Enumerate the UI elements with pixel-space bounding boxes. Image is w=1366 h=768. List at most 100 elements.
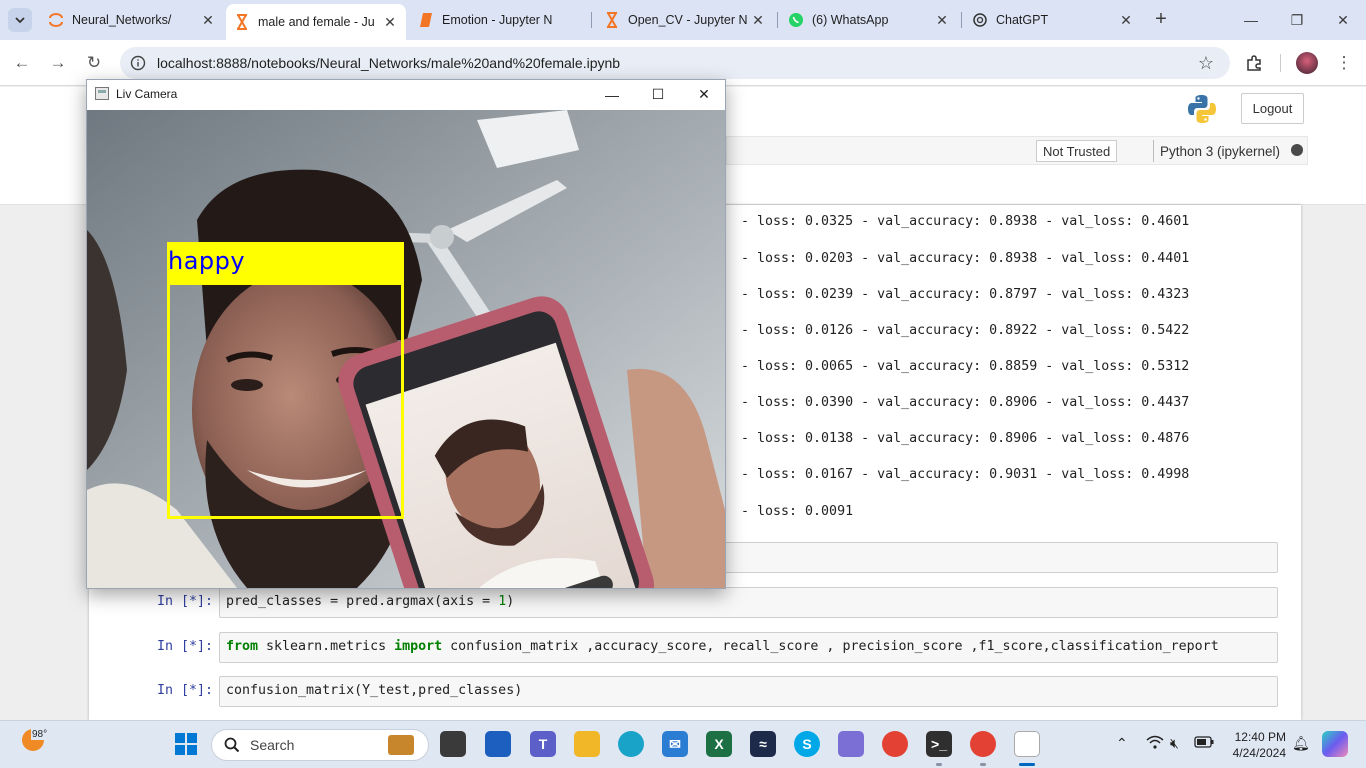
file-explorer-icon[interactable] [574, 731, 600, 757]
cell-prompt: In [*]: [157, 594, 214, 609]
code-text: sklearn.metrics [258, 639, 395, 654]
excel-icon[interactable]: X [706, 731, 732, 757]
skype-icon[interactable]: S [794, 731, 820, 757]
toolbar-divider [1280, 54, 1281, 72]
copilot-preview-icon[interactable] [1322, 731, 1348, 757]
code-text: ) [506, 594, 515, 609]
kernel-indicator[interactable]: Python 3 (ipykernel) [1153, 140, 1280, 162]
close-tab-icon[interactable]: ✕ [750, 12, 766, 28]
chrome-menu-button[interactable]: ⋮ [1332, 51, 1356, 75]
windows-taskbar: 98° Search T ✉ X ≈ S >_ ⌃ 🔇︎ 12:40 PM 4/… [0, 720, 1366, 768]
notepad-icon[interactable] [1014, 731, 1040, 757]
chatgpt-icon [972, 12, 988, 28]
close-tab-icon[interactable]: ✕ [1118, 12, 1134, 28]
camera-window-titlebar[interactable]: Liv Camera — ☐ ✕ [87, 80, 725, 109]
clock-date: 4/24/2024 [1232, 746, 1286, 760]
notification-bell-icon[interactable]: 🔔︎ [1292, 735, 1310, 752]
close-tab-icon[interactable]: ✕ [934, 12, 950, 28]
edge-browser-icon[interactable] [618, 731, 644, 757]
code-number: 1 [498, 594, 507, 609]
close-tab-icon[interactable]: ✕ [200, 12, 216, 28]
chrome-icon[interactable] [882, 731, 908, 757]
tab-separator [777, 12, 778, 28]
jupyter-favicon-icon [48, 12, 64, 28]
code-text: confusion_matrix ,accuracy_score, recall… [442, 639, 1219, 654]
close-tab-icon[interactable]: ✕ [382, 14, 398, 30]
whatsapp-icon [788, 12, 804, 28]
code-text: confusion_matrix(Y_test,pred_classes) [226, 683, 523, 698]
prediction-label: happy [168, 247, 246, 275]
window-app-icon [95, 87, 109, 100]
tab-search-button[interactable] [8, 8, 32, 32]
back-button[interactable]: ← [10, 51, 34, 75]
profile-avatar[interactable] [1296, 52, 1318, 74]
tab-open-cv[interactable]: Open_CV - Jupyter N ✕ [596, 6, 774, 34]
taskbar-search-box[interactable]: Search [211, 729, 429, 761]
battery-icon[interactable] [1194, 735, 1214, 751]
address-bar[interactable]: localhost:8888/notebooks/Neural_Networks… [120, 47, 1230, 79]
waves-app-icon[interactable]: ≈ [750, 731, 776, 757]
output-line: - loss: 0.0065 - val_accuracy: 0.8859 - … [741, 359, 1190, 374]
tab-separator [591, 12, 592, 28]
tab-title: Emotion - Jupyter N [442, 13, 553, 27]
restore-button[interactable]: ❐ [1274, 0, 1320, 40]
code-cell: In [*]: confusion_matrix(Y_test,pred_cla… [89, 676, 1301, 708]
tab-separator [961, 12, 962, 28]
microsoft-store-icon[interactable] [485, 731, 511, 757]
tab-neural-networks[interactable]: Neural_Networks/ ✕ [40, 6, 224, 34]
output-line: - loss: 0.0203 - val_accuracy: 0.8938 - … [741, 251, 1190, 266]
site-info-icon[interactable] [128, 53, 148, 73]
terminal-icon[interactable]: >_ [926, 731, 952, 757]
search-highlight-icon [388, 735, 414, 755]
show-hidden-icons-chevron-icon[interactable]: ⌃ [1116, 735, 1128, 752]
clock-time: 12:40 PM [1234, 730, 1286, 744]
live-camera-window: Liv Camera — ☐ ✕ happy [86, 79, 726, 589]
code-cell-input[interactable]: from sklearn.metrics import confusion_ma… [219, 632, 1278, 663]
camera-maximize-button[interactable]: ☐ [635, 80, 681, 109]
tab-male-and-female[interactable]: male and female - Ju ✕ [226, 4, 406, 40]
trust-indicator-button[interactable]: Not Trusted [1036, 140, 1118, 162]
bookmark-star-icon[interactable]: ☆ [1198, 53, 1214, 73]
code-text: pred_classes = pred.argmax(axis = [226, 594, 499, 609]
tab-emotion[interactable]: Emotion - Jupyter N [410, 6, 588, 34]
output-line: - loss: 0.0126 - val_accuracy: 0.8922 - … [741, 323, 1190, 338]
mail-icon[interactable]: ✉ [662, 731, 688, 757]
start-button[interactable] [173, 731, 199, 757]
new-tab-button[interactable]: + [1150, 8, 1172, 30]
output-line: - loss: 0.0167 - val_accuracy: 0.9031 - … [741, 467, 1190, 482]
code-cell-input[interactable]: confusion_matrix(Y_test,pred_classes) [219, 676, 1278, 707]
camera-close-button[interactable]: ✕ [681, 80, 727, 109]
wifi-icon[interactable] [1146, 735, 1164, 752]
task-view-icon[interactable] [440, 731, 466, 757]
logout-button[interactable]: Logout [1241, 93, 1304, 124]
tab-title: Neural_Networks/ [72, 13, 172, 27]
notebook-icon [418, 12, 434, 28]
python-logo-icon [1186, 93, 1218, 125]
search-placeholder: Search [250, 737, 295, 753]
forward-button[interactable]: → [46, 51, 70, 75]
camera-minimize-button[interactable]: — [589, 80, 635, 109]
extensions-button[interactable] [1242, 51, 1266, 75]
running-indicator [936, 763, 942, 766]
system-clock[interactable]: 12:40 PM 4/24/2024 [1226, 729, 1286, 761]
cell-prompt: In [*]: [157, 639, 214, 654]
minimize-button[interactable]: — [1228, 0, 1274, 40]
face-detection-box [167, 282, 404, 519]
code-cell: In [*]: from sklearn.metrics import conf… [89, 632, 1301, 664]
teams-icon[interactable]: T [530, 731, 556, 757]
chevron-down-icon [15, 17, 25, 24]
copilot-app-icon[interactable] [838, 731, 864, 757]
running-indicator [980, 763, 986, 766]
close-window-button[interactable]: ✕ [1320, 0, 1366, 40]
tab-chatgpt[interactable]: ChatGPT ✕ [964, 6, 1142, 34]
volume-muted-icon[interactable]: 🔇︎ [1170, 735, 1179, 752]
search-icon [224, 737, 240, 753]
puzzle-icon [1247, 55, 1261, 71]
chrome-profile-icon[interactable] [970, 731, 996, 757]
code-cell-input[interactable]: pred_classes = pred.argmax(axis = 1) [219, 587, 1278, 618]
arrow-left-icon: ← [13, 53, 31, 72]
tab-whatsapp[interactable]: (6) WhatsApp ✕ [780, 6, 958, 34]
arrow-right-icon: → [49, 53, 67, 72]
hourglass-icon [234, 14, 250, 30]
reload-button[interactable]: ↻ [82, 51, 106, 75]
